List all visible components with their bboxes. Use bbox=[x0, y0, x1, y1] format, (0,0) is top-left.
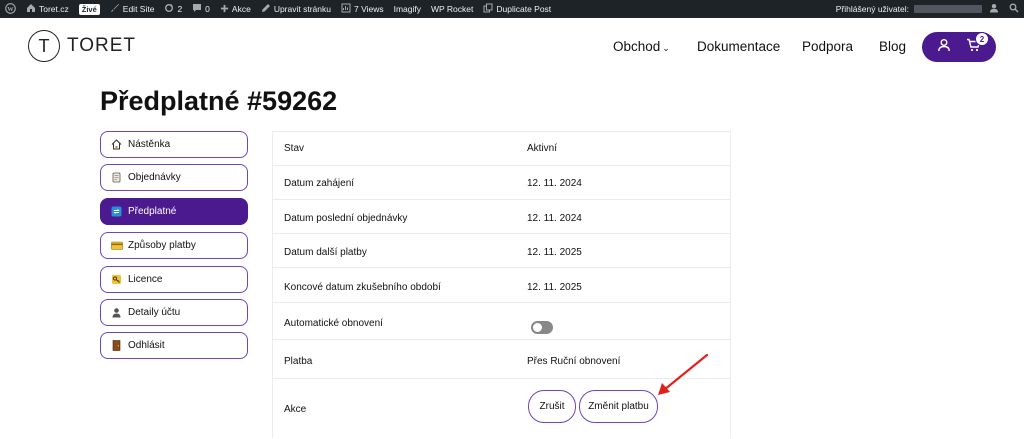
live-badge-item[interactable]: Živé bbox=[74, 0, 105, 18]
table-row: Datum poslední objednávky 12. 11. 2024 bbox=[273, 200, 730, 234]
imagify-menu[interactable]: Imagify bbox=[389, 0, 426, 18]
row-label: Datum poslední objednávky bbox=[284, 213, 408, 224]
duplicate-icon bbox=[483, 3, 493, 15]
imagify-label: Imagify bbox=[393, 4, 421, 14]
nav-item-blog[interactable]: Blog bbox=[879, 39, 906, 54]
comments-menu[interactable]: 0 bbox=[187, 0, 215, 18]
search-menu[interactable] bbox=[1004, 0, 1024, 18]
duplicate-post-menu[interactable]: Duplicate Post bbox=[478, 0, 556, 18]
plus-icon bbox=[220, 4, 229, 15]
trial-end-date-value: 12. 11. 2025 bbox=[527, 282, 582, 293]
updates-menu[interactable]: 2 bbox=[159, 0, 187, 18]
sidebar-item-label: Odhlásit bbox=[128, 340, 165, 351]
logo-text: TORET bbox=[67, 35, 137, 56]
updates-icon bbox=[164, 3, 174, 15]
page-title: Předplatné #59262 bbox=[100, 86, 338, 116]
change-payment-button[interactable]: Změnit platbu bbox=[579, 390, 658, 423]
next-payment-date-value: 12. 11. 2025 bbox=[527, 247, 582, 258]
account-icon[interactable] bbox=[937, 38, 951, 57]
nav-item-dokumentace[interactable]: Dokumentace bbox=[697, 39, 780, 54]
row-label: Datum zahájení bbox=[284, 178, 355, 189]
wordpress-icon: W bbox=[5, 2, 16, 16]
cart-count-badge: 2 bbox=[975, 32, 989, 46]
comments-count: 0 bbox=[205, 4, 210, 14]
row-label: Automatické obnovení bbox=[284, 318, 383, 329]
row-label: Koncové datum zkušebního období bbox=[284, 282, 441, 293]
brush-icon bbox=[110, 3, 120, 15]
sidebar-item-predplatne[interactable]: Předplatné bbox=[100, 198, 248, 225]
site-logo[interactable]: T TORET bbox=[28, 30, 136, 62]
edit-page-label: Upravit stránku bbox=[273, 4, 331, 14]
status-value: Aktivní bbox=[527, 143, 558, 154]
table-row: Koncové datum zkušebního období 12. 11. … bbox=[273, 268, 730, 303]
nav-item-obchod[interactable]: Obchod ⌄ bbox=[613, 39, 670, 54]
table-row: Datum zahájení 12. 11. 2024 bbox=[273, 166, 730, 200]
my-account-menu[interactable]: Přihlášený uživatel: bbox=[831, 0, 1004, 18]
sidebar-item-objednavky[interactable]: Objednávky bbox=[100, 164, 248, 191]
row-label: Platba bbox=[284, 356, 313, 367]
redacted-username bbox=[914, 5, 982, 13]
table-row: Stav Aktivní bbox=[273, 132, 730, 166]
site-header: T TORET Obchod ⌄ Dokumentace Podpora Blog… bbox=[0, 18, 1024, 76]
door-icon bbox=[111, 340, 122, 351]
sidebar-item-nastenka[interactable]: Nástěnka bbox=[100, 131, 248, 158]
auto-renew-toggle[interactable] bbox=[531, 321, 553, 334]
wp-rocket-menu[interactable]: WP Rocket bbox=[426, 0, 478, 18]
sidebar-item-label: Nástěnka bbox=[128, 139, 171, 150]
last-order-date-value: 12. 11. 2024 bbox=[527, 213, 582, 224]
credit-card-icon bbox=[111, 240, 123, 251]
logo-mark: T bbox=[28, 30, 60, 62]
wp-rocket-label: WP Rocket bbox=[431, 4, 474, 14]
admin-bar: W Toret.cz Živé Edit Site 2 0 Akce Uprav… bbox=[0, 0, 1024, 18]
logged-in-label: Přihlášený uživatel: bbox=[835, 4, 909, 14]
svg-text:W: W bbox=[7, 5, 14, 12]
nav-item-podpora[interactable]: Podpora bbox=[802, 39, 853, 54]
sidebar-item-licence[interactable]: Licence bbox=[100, 266, 248, 293]
edit-page-menu[interactable]: Upravit stránku bbox=[256, 0, 336, 18]
repeat-icon bbox=[111, 206, 122, 217]
house-icon bbox=[111, 139, 122, 150]
new-content-label: Akce bbox=[231, 4, 251, 14]
sidebar-item-zpusoby-platby[interactable]: Způsoby platby bbox=[100, 232, 248, 259]
annotation-arrow-icon bbox=[658, 353, 709, 395]
table-row: Automatické obnovení bbox=[273, 303, 730, 340]
sidebar-item-label: Detaily účtu bbox=[128, 307, 181, 318]
table-row: Datum další platby 12. 11. 2025 bbox=[273, 234, 730, 268]
row-label: Akce bbox=[284, 404, 307, 415]
payment-method-value: Přes Ruční obnovení bbox=[527, 356, 621, 367]
chart-icon bbox=[341, 3, 351, 15]
wordpress-logo-menu[interactable]: W bbox=[0, 0, 21, 18]
scroll-icon bbox=[111, 172, 122, 183]
sidebar-item-label: Způsoby platby bbox=[128, 240, 196, 251]
views-menu[interactable]: 7 Views bbox=[336, 0, 389, 18]
sidebar-item-odhlasit[interactable]: Odhlásit bbox=[100, 332, 248, 359]
views-label: 7 Views bbox=[353, 4, 384, 14]
user-avatar-icon bbox=[989, 3, 999, 15]
sidebar-item-detaily-uctu[interactable]: Detaily účtu bbox=[100, 299, 248, 326]
updates-count: 2 bbox=[177, 4, 183, 14]
user-icon bbox=[111, 307, 122, 318]
new-content-menu[interactable]: Akce bbox=[215, 0, 256, 18]
site-name: Toret.cz bbox=[39, 4, 69, 14]
comment-icon bbox=[192, 3, 202, 15]
home-icon bbox=[26, 3, 36, 15]
cancel-subscription-button[interactable]: Zrušit bbox=[528, 390, 576, 423]
sidebar-item-label: Licence bbox=[128, 274, 163, 285]
search-icon bbox=[1009, 3, 1019, 15]
key-icon bbox=[111, 274, 122, 285]
site-name-menu[interactable]: Toret.cz bbox=[21, 0, 74, 18]
sidebar-item-label: Předplatné bbox=[128, 206, 177, 217]
duplicate-post-label: Duplicate Post bbox=[496, 4, 552, 14]
start-date-value: 12. 11. 2024 bbox=[527, 178, 582, 189]
edit-site-label: Edit Site bbox=[122, 4, 155, 14]
nav-label: Obchod bbox=[613, 39, 661, 54]
sidebar-item-label: Objednávky bbox=[128, 172, 181, 183]
live-badge: Živé bbox=[78, 3, 100, 15]
edit-site-menu[interactable]: Edit Site bbox=[105, 0, 160, 18]
row-label: Datum další platby bbox=[284, 247, 367, 258]
pencil-icon bbox=[261, 3, 271, 15]
chevron-down-icon: ⌄ bbox=[662, 43, 670, 53]
row-label: Stav bbox=[284, 143, 305, 154]
